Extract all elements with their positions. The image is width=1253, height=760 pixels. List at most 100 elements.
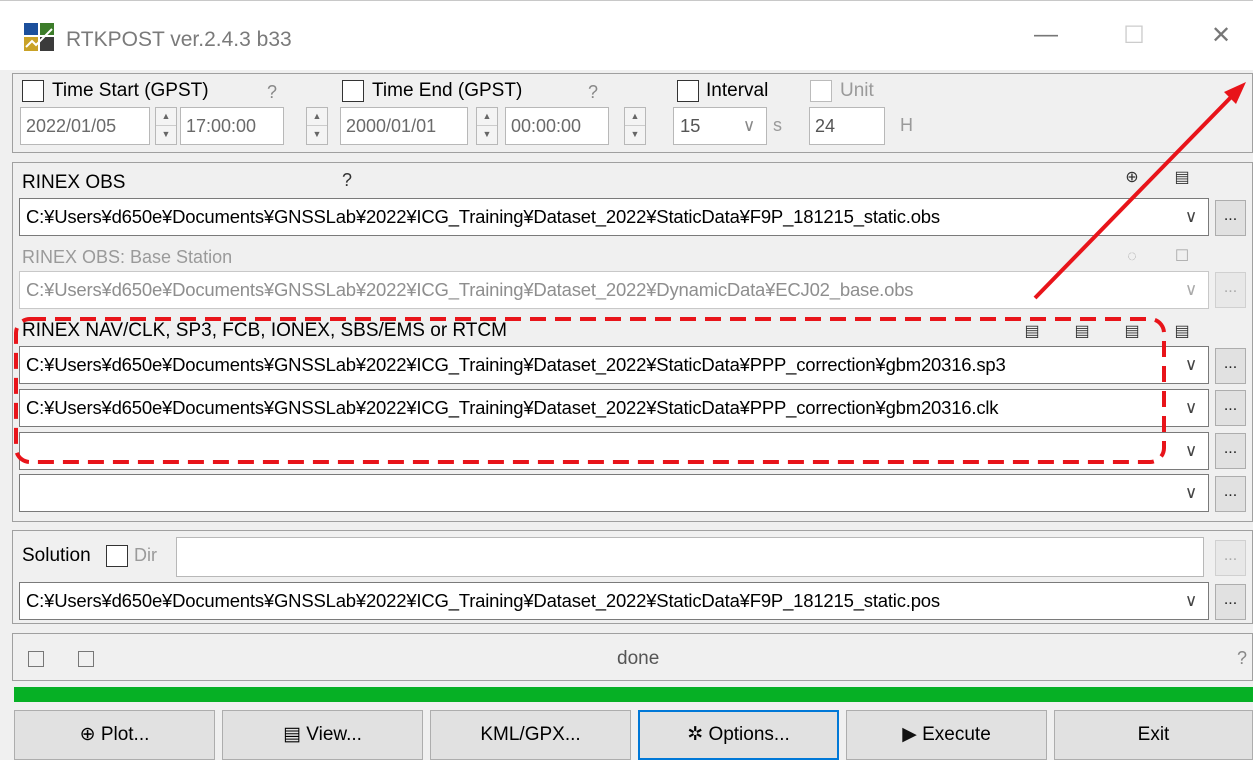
kml-gpx-button[interactable]: KML/GPX... <box>430 710 631 760</box>
globe-icon[interactable]: ⊕ <box>1122 168 1142 188</box>
time-end-help[interactable]: ? <box>588 82 598 103</box>
solution-dir-field[interactable] <box>176 537 1204 577</box>
spin-down-icon[interactable]: ▼ <box>156 126 176 143</box>
play-icon: ▶ <box>902 724 917 745</box>
time-start-date-spinner[interactable]: ▲ ▼ <box>155 107 177 145</box>
time-end-checkbox[interactable] <box>342 80 364 102</box>
time-end-time-field[interactable]: 00:00:00 <box>505 107 609 145</box>
status-indicator[interactable] <box>78 651 94 667</box>
browse-solution-dir-button[interactable]: ... <box>1215 540 1246 576</box>
plot-button-label: Plot... <box>100 724 150 745</box>
status-help[interactable]: ? <box>1237 648 1247 669</box>
text-file-icon[interactable]: ▤ <box>1172 168 1192 188</box>
chevron-down-icon[interactable]: ∨ <box>736 108 762 144</box>
spin-up-icon[interactable]: ▲ <box>625 108 645 126</box>
text-file-icon[interactable]: ▤ <box>1072 322 1092 342</box>
nav-file-select-2[interactable]: C:¥Users¥d650e¥Documents¥GNSSLab¥2022¥IC… <box>19 389 1209 427</box>
time-start-date-field[interactable]: 2022/01/05 <box>20 107 150 145</box>
interval-value: 15 <box>680 115 701 136</box>
spin-down-icon[interactable]: ▼ <box>307 126 327 143</box>
text-file-icon[interactable]: ☐ <box>1172 247 1192 267</box>
browse-nav-file-4-button[interactable]: ... <box>1215 476 1246 512</box>
time-start-time-spinner[interactable]: ▲ ▼ <box>306 107 328 145</box>
spin-up-icon[interactable]: ▲ <box>156 108 176 126</box>
globe-icon: ⊕ <box>79 724 96 745</box>
time-start-label: Time Start (GPST) <box>52 80 209 101</box>
interval-select[interactable]: 15 ∨ <box>673 107 767 145</box>
progress-fill <box>14 687 1253 702</box>
unit-checkbox[interactable] <box>810 80 832 102</box>
solution-output-select[interactable]: C:¥Users¥d650e¥Documents¥GNSSLab¥2022¥IC… <box>19 582 1209 620</box>
spin-down-icon[interactable]: ▼ <box>625 126 645 143</box>
time-end-date-spinner[interactable]: ▲ ▼ <box>476 107 498 145</box>
unit-field[interactable]: 24 <box>809 107 885 145</box>
unit-suffix-label: H <box>900 115 913 135</box>
options-button-label: Options... <box>708 724 790 745</box>
rinex-obs-rover-select[interactable]: C:¥Users¥d650e¥Documents¥GNSSLab¥2022¥IC… <box>19 198 1209 236</box>
rinex-obs-base-label: RINEX OBS: Base Station <box>22 247 233 267</box>
gear-icon: ✲ <box>687 724 704 745</box>
text-file-icon[interactable]: ▤ <box>1122 322 1142 342</box>
text-file-icon: ▤ <box>283 724 302 745</box>
interval-unit-label: s <box>773 115 782 135</box>
time-end-date-field[interactable]: 2000/01/01 <box>340 107 468 145</box>
browse-base-obs-button[interactable]: ... <box>1215 272 1246 308</box>
close-button[interactable]: ✕ <box>1201 21 1241 50</box>
nav-file-select-1[interactable]: C:¥Users¥d650e¥Documents¥GNSSLab¥2022¥IC… <box>19 346 1209 384</box>
time-start-help[interactable]: ? <box>267 82 277 103</box>
spin-up-icon[interactable]: ▲ <box>307 108 327 126</box>
interval-checkbox[interactable] <box>677 80 699 102</box>
text-file-icon[interactable]: ▤ <box>1172 322 1192 342</box>
window-title: RTKPOST ver.2.4.3 b33 <box>66 28 292 51</box>
time-start-time-field[interactable]: 17:00:00 <box>180 107 284 145</box>
browse-nav-file-2-button[interactable]: ... <box>1215 390 1246 426</box>
spin-up-icon[interactable]: ▲ <box>477 108 497 126</box>
maximize-button[interactable]: ☐ <box>1114 21 1154 50</box>
nav-files-label: RINEX NAV/CLK, SP3, FCB, IONEX, SBS/EMS … <box>22 320 507 341</box>
browse-nav-file-3-button[interactable]: ... <box>1215 433 1246 469</box>
options-button[interactable]: ✲ Options... <box>638 710 839 760</box>
rinex-obs-rover-path: C:¥Users¥d650e¥Documents¥GNSSLab¥2022¥IC… <box>26 206 940 227</box>
progress-bar <box>14 687 1253 702</box>
nav-file-path: C:¥Users¥d650e¥Documents¥GNSSLab¥2022¥IC… <box>26 397 999 418</box>
time-start-checkbox[interactable] <box>22 80 44 102</box>
status-indicator[interactable] <box>28 651 44 667</box>
rinex-obs-label: RINEX OBS <box>22 172 126 193</box>
nav-file-path: C:¥Users¥d650e¥Documents¥GNSSLab¥2022¥IC… <box>26 354 1006 375</box>
kml-gpx-button-label: KML/GPX... <box>480 724 581 745</box>
execute-button[interactable]: ▶ Execute <box>846 710 1047 760</box>
solution-dir-label: Dir <box>134 545 157 565</box>
solution-dir-checkbox[interactable] <box>106 545 128 567</box>
chevron-down-icon[interactable]: ∨ <box>1178 475 1204 511</box>
title-bar: RTKPOST ver.2.4.3 b33 — ☐ ✕ <box>0 0 1253 70</box>
text-file-icon[interactable]: ▤ <box>1022 322 1042 342</box>
spin-down-icon[interactable]: ▼ <box>477 126 497 143</box>
time-end-time-spinner[interactable]: ▲ ▼ <box>624 107 646 145</box>
chevron-down-icon[interactable]: ∨ <box>1178 390 1204 426</box>
view-button-label: View... <box>306 724 362 745</box>
chevron-down-icon[interactable]: ∨ <box>1178 272 1204 308</box>
execute-button-label: Execute <box>922 724 991 745</box>
exit-button[interactable]: Exit <box>1054 710 1253 760</box>
globe-icon[interactable]: ◌ <box>1122 247 1142 267</box>
plot-button[interactable]: ⊕ Plot... <box>14 710 215 760</box>
unit-label: Unit <box>840 80 874 101</box>
browse-nav-file-1-button[interactable]: ... <box>1215 348 1246 384</box>
chevron-down-icon[interactable]: ∨ <box>1178 199 1204 235</box>
chevron-down-icon[interactable]: ∨ <box>1178 583 1204 619</box>
rinex-obs-base-path: C:¥Users¥d650e¥Documents¥GNSSLab¥2022¥IC… <box>26 279 914 300</box>
minimize-button[interactable]: — <box>1026 21 1066 49</box>
rinex-obs-base-select[interactable]: C:¥Users¥d650e¥Documents¥GNSSLab¥2022¥IC… <box>19 271 1209 309</box>
chevron-down-icon[interactable]: ∨ <box>1178 433 1204 469</box>
solution-label: Solution <box>22 545 91 566</box>
nav-file-select-3[interactable]: ∨ <box>19 432 1209 470</box>
status-message: done <box>617 648 660 669</box>
browse-rover-obs-button[interactable]: ... <box>1215 200 1246 236</box>
browse-solution-output-button[interactable]: ... <box>1215 584 1246 620</box>
rtkpost-app-icon <box>24 23 54 51</box>
time-end-label: Time End (GPST) <box>372 80 523 101</box>
rinex-obs-help[interactable]: ? <box>342 170 352 191</box>
view-button[interactable]: ▤ View... <box>222 710 423 760</box>
chevron-down-icon[interactable]: ∨ <box>1178 347 1204 383</box>
nav-file-select-4[interactable]: ∨ <box>19 474 1209 512</box>
